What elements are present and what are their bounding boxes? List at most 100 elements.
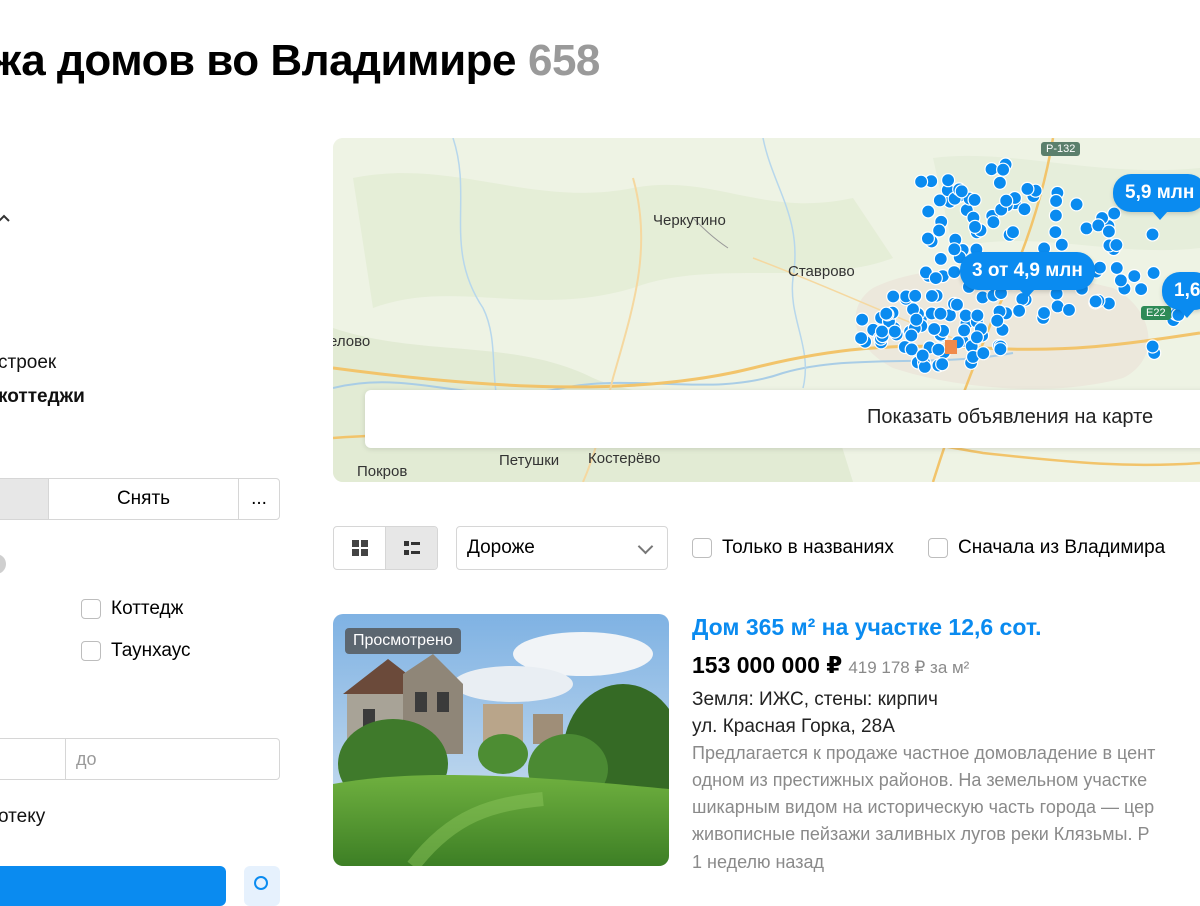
sort-select[interactable]: Дороже: [456, 526, 668, 570]
listing-title-link[interactable]: Дом 365 м² на участке 12,6 сот.: [692, 614, 1041, 641]
map-marker[interactable]: [927, 321, 942, 337]
map-marker[interactable]: [1011, 303, 1027, 318]
deal-more-segment[interactable]: ...: [239, 479, 279, 519]
map-marker[interactable]: [1048, 193, 1064, 209]
description-line: живописные пейзажи заливных лугов реки К…: [692, 824, 1150, 844]
map-marker[interactable]: [874, 324, 890, 339]
map-marker[interactable]: [1092, 260, 1108, 275]
map-marker[interactable]: [854, 312, 870, 327]
map-marker[interactable]: [933, 251, 948, 267]
map-marker[interactable]: [915, 348, 930, 363]
map-marker[interactable]: [967, 219, 983, 235]
map-marker[interactable]: [1101, 224, 1117, 239]
checkbox[interactable]: [81, 641, 101, 661]
map-marker[interactable]: [913, 174, 929, 189]
price-cluster-bubble[interactable]: 3 от 4,9 млн: [960, 252, 1095, 298]
map-marker[interactable]: [986, 215, 1001, 230]
map-marker[interactable]: [947, 242, 962, 257]
listing-photo[interactable]: Просмотрено: [333, 614, 669, 866]
list-view-button[interactable]: [385, 527, 437, 569]
grid-view-button[interactable]: [334, 527, 385, 569]
only-in-titles-checkbox[interactable]: Только в названиях: [692, 537, 894, 559]
map-marker[interactable]: [1107, 206, 1122, 221]
map-marker[interactable]: [967, 192, 982, 208]
map-marker[interactable]: [1048, 224, 1063, 240]
map-marker[interactable]: [1109, 260, 1124, 276]
map-marker[interactable]: [995, 162, 1011, 177]
map-marker[interactable]: [1133, 282, 1149, 297]
map-marker[interactable]: [1146, 265, 1161, 281]
map-marker[interactable]: [1145, 339, 1160, 354]
map-marker[interactable]: [1069, 197, 1084, 212]
map-marker[interactable]: [904, 328, 919, 343]
map-marker[interactable]: [940, 173, 956, 188]
map-marker[interactable]: [970, 308, 985, 323]
map-marker[interactable]: [853, 331, 869, 346]
first-from-city-label: Сначала из Владимира: [958, 537, 1166, 558]
price-cluster-bubble[interactable]: 5,9 млн: [1113, 174, 1200, 220]
map-marker[interactable]: [969, 330, 985, 345]
map-label: Черкутино: [653, 212, 726, 229]
map-marker[interactable]: [992, 175, 1008, 190]
map-marker[interactable]: [928, 271, 943, 286]
map-marker[interactable]: [908, 288, 923, 303]
map[interactable]: Черкутино Ставрово елово Петушки Костерё…: [333, 138, 1200, 482]
map-marker[interactable]: [933, 306, 948, 321]
map-marker[interactable]: [1088, 294, 1103, 309]
checkbox[interactable]: [81, 599, 101, 619]
map-marker[interactable]: [935, 357, 950, 372]
map-marker[interactable]: [949, 297, 965, 312]
map-marker[interactable]: [990, 313, 1005, 328]
map-marker[interactable]: [1005, 225, 1021, 240]
map-marker[interactable]: [931, 223, 947, 238]
map-marker[interactable]: [1109, 237, 1124, 253]
map-marker[interactable]: [1061, 302, 1077, 317]
map-marker[interactable]: [1020, 181, 1035, 197]
price-cluster-bubble[interactable]: 1,6: [1162, 272, 1200, 318]
house-type-townhouse[interactable]: Таунхаус: [81, 640, 191, 662]
map-marker[interactable]: [931, 342, 946, 357]
map-marker[interactable]: [956, 323, 972, 338]
map-marker[interactable]: [1048, 208, 1064, 223]
map-marker[interactable]: [924, 288, 940, 304]
page-title: жа домов во Владимире 658: [0, 36, 600, 86]
checkbox[interactable]: [928, 538, 948, 558]
listing-date: 1 неделю назад: [692, 852, 825, 872]
toggle-switch[interactable]: [0, 554, 6, 574]
map-marker[interactable]: [954, 184, 969, 199]
save-search-button[interactable]: [244, 866, 280, 906]
map-marker[interactable]: [886, 289, 901, 304]
show-results-button[interactable]: [0, 866, 226, 906]
map-marker[interactable]: [999, 193, 1014, 208]
map-marker[interactable]: [1113, 273, 1129, 288]
filter-option-cottages[interactable]: коттеджи: [0, 386, 85, 408]
map-marker[interactable]: [993, 342, 1008, 357]
map-marker[interactable]: [976, 346, 991, 361]
show-on-map-button[interactable]: Показать объявления на карте: [365, 390, 1200, 448]
deal-rent-segment[interactable]: Снять: [49, 479, 239, 519]
filter-option-new-buildings[interactable]: строек: [0, 352, 56, 374]
map-marker[interactable]: [1127, 269, 1142, 284]
house-type-cottage[interactable]: Коттедж: [81, 598, 183, 620]
first-from-city-checkbox[interactable]: Сначала из Владимира: [928, 537, 1165, 559]
price-from-input[interactable]: [0, 738, 66, 780]
deal-buy-segment[interactable]: [0, 479, 49, 519]
chevron-up-icon[interactable]: [0, 212, 10, 224]
map-marker[interactable]: [1017, 202, 1032, 217]
price-to-input[interactable]: до: [66, 738, 280, 780]
map-marker[interactable]: [1079, 221, 1094, 236]
map-marker[interactable]: [1054, 237, 1069, 252]
map-marker[interactable]: [1145, 227, 1160, 242]
checkbox[interactable]: [692, 538, 712, 558]
map-marker[interactable]: [887, 324, 902, 339]
map-marker[interactable]: [920, 231, 936, 246]
map-marker[interactable]: [909, 312, 924, 327]
road-badge: E22: [1141, 306, 1171, 320]
map-marker[interactable]: [947, 265, 962, 280]
map-marker[interactable]: [917, 359, 932, 374]
map-marker[interactable]: [879, 306, 894, 321]
mortgage-label[interactable]: отеку: [0, 806, 45, 828]
map-marker[interactable]: [958, 308, 973, 323]
map-marker[interactable]: [921, 204, 936, 219]
map-marker[interactable]: [1036, 305, 1052, 321]
